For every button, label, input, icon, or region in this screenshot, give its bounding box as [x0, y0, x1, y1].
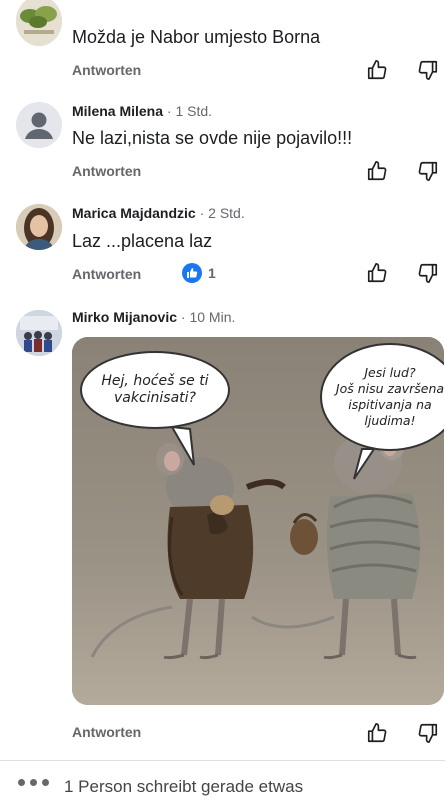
comment-header: Mirko Mijanovic · 10 Min.	[72, 309, 235, 325]
thumbs-up-icon	[367, 161, 387, 181]
thumbs-down-icon	[418, 161, 438, 181]
comment-text: Laz ...placena laz	[72, 231, 213, 251]
typing-dots-icon	[18, 779, 49, 786]
reply-button[interactable]: Antworten	[72, 62, 141, 78]
reply-button[interactable]: Antworten	[72, 266, 141, 282]
speech-bubble-left: Hej, hoćeš se ti vakcinisati?	[80, 351, 230, 429]
thumbs-up-icon	[367, 60, 387, 80]
typing-indicator: 1 Person schreibt gerade etwas	[0, 760, 445, 800]
author-name[interactable]: Milena Milena	[72, 103, 163, 119]
reply-button[interactable]: Antworten	[72, 724, 141, 740]
thumbs-down-icon	[418, 263, 438, 283]
avatar[interactable]	[16, 310, 62, 356]
comment-text: Možda je Nabor umjesto Borna	[72, 27, 321, 47]
comment-header: Marica Majdandzic · 2 Std.	[72, 205, 245, 221]
thumbs-up-icon	[367, 263, 387, 283]
comment-header: Milena Milena · 1 Std.	[72, 103, 212, 119]
comment-text: Ne lazi,nista se ovde nije pojavilo!!!	[72, 128, 353, 148]
thumbs-down-icon	[418, 60, 438, 80]
typing-text: 1 Person schreibt gerade etwas	[64, 777, 304, 796]
like-reaction-icon	[182, 263, 202, 283]
comment-time[interactable]: · 1 Std.	[167, 103, 212, 119]
author-name[interactable]: Mirko Mijanovic	[72, 309, 177, 325]
reaction-summary[interactable]: 1	[182, 263, 216, 283]
like-button[interactable]	[364, 57, 390, 83]
reaction-count: 1	[208, 265, 216, 281]
default-avatar-icon[interactable]	[16, 102, 62, 148]
comment-time[interactable]: · 2 Std.	[200, 205, 245, 221]
like-button[interactable]	[364, 720, 390, 746]
thumbs-down-icon	[418, 723, 438, 743]
avatar[interactable]	[16, 204, 62, 250]
dislike-button[interactable]	[415, 158, 441, 184]
like-button[interactable]	[364, 260, 390, 286]
avatar[interactable]	[16, 0, 62, 46]
dislike-button[interactable]	[415, 260, 441, 286]
reply-button[interactable]: Antworten	[72, 163, 141, 179]
comment-image[interactable]: Hej, hoćeš se ti vakcinisati? Jesi lud? …	[72, 337, 444, 705]
comment-time[interactable]: · 10 Min.	[181, 309, 235, 325]
dislike-button[interactable]	[415, 57, 441, 83]
like-button[interactable]	[364, 158, 390, 184]
dislike-button[interactable]	[415, 720, 441, 746]
author-name[interactable]: Marica Majdandzic	[72, 205, 196, 221]
thumbs-up-icon	[367, 723, 387, 743]
